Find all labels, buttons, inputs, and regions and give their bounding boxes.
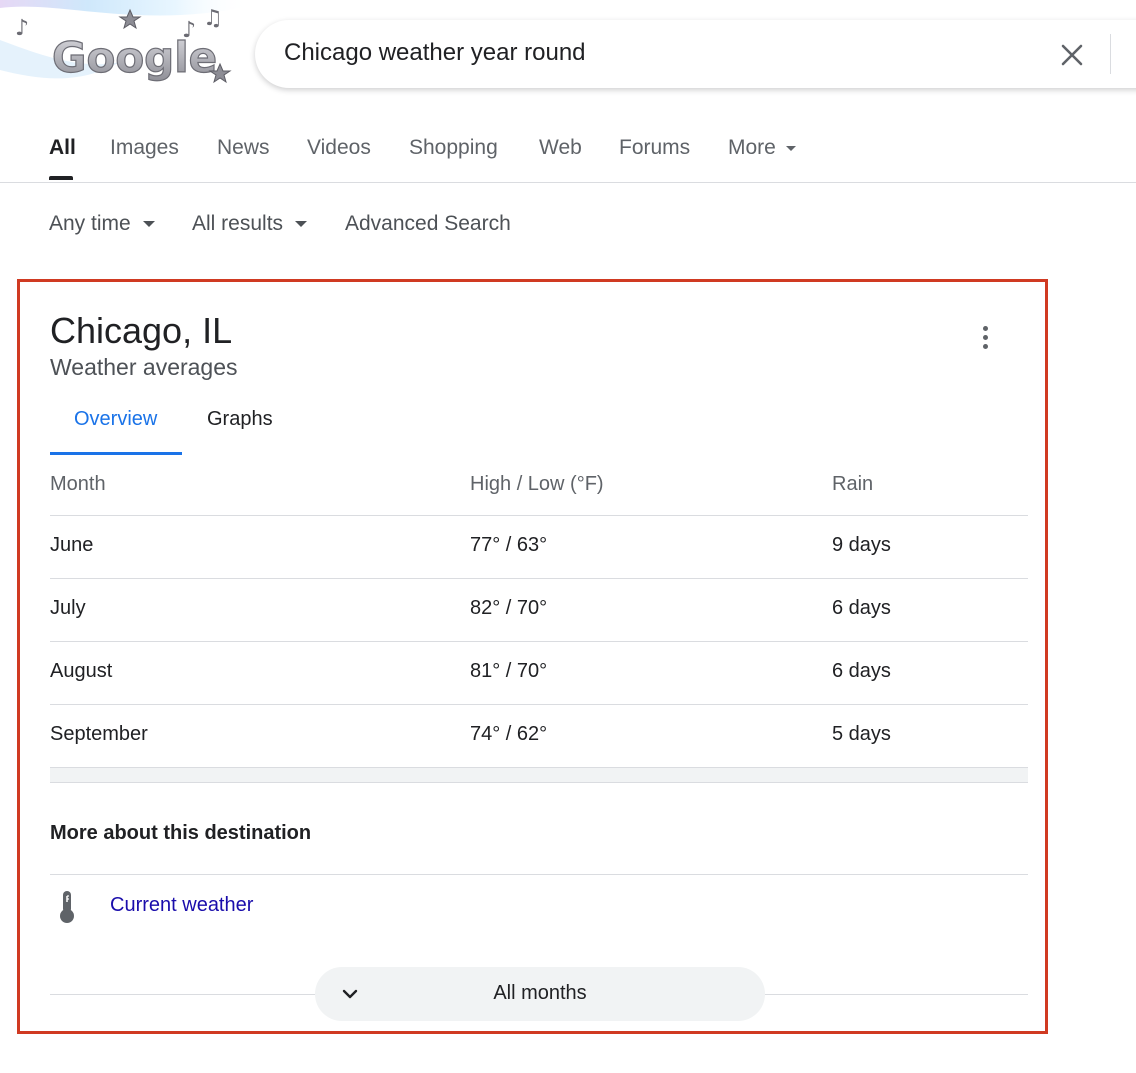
rain-cell: 6 days	[832, 660, 891, 682]
more-options-button[interactable]	[975, 326, 995, 356]
active-tab-underline	[49, 176, 73, 180]
rain-cell: 9 days	[832, 534, 891, 556]
temp-cell: 82° / 70°	[470, 597, 548, 619]
temp-cell: 74° / 62°	[470, 723, 548, 745]
card-title: Chicago, IL	[50, 310, 233, 351]
google-doodle-logo[interactable]: Google ♪ ♪ ♫	[0, 0, 250, 100]
tab-more-label: More	[728, 136, 776, 159]
all-months-label: All months	[493, 982, 587, 1004]
all-results-label: All results	[192, 212, 284, 235]
tab-shopping[interactable]: Shopping	[409, 136, 498, 160]
table-row: September 74° / 62° 5 days	[50, 704, 1028, 768]
table-footer-bar	[50, 767, 1028, 783]
month-cell: September	[50, 723, 148, 745]
rain-cell: 6 days	[832, 597, 891, 619]
temp-cell: 81° / 70°	[470, 660, 548, 682]
search-nav-tabs: All Images News Videos Shopping Web Foru…	[0, 118, 1136, 183]
tab-more[interactable]: More	[728, 136, 796, 160]
month-cell: July	[50, 597, 86, 619]
tab-forums[interactable]: Forums	[619, 136, 690, 160]
tab-graphs[interactable]: Graphs	[207, 408, 273, 431]
table-row: August 81° / 70° 6 days	[50, 641, 1028, 705]
search-divider	[1110, 34, 1111, 74]
advanced-search-link[interactable]: Advanced Search	[345, 212, 511, 236]
any-time-label: Any time	[49, 212, 131, 235]
header-high-low: High / Low (°F)	[470, 473, 604, 495]
close-icon	[1061, 44, 1083, 66]
search-input[interactable]: Chicago weather year round	[284, 39, 586, 67]
caret-down-icon	[785, 145, 796, 151]
table-row: July 82° / 70° 6 days	[50, 578, 1028, 642]
header-rain: Rain	[832, 473, 874, 495]
tab-overview[interactable]: Overview	[74, 408, 157, 431]
svg-text:♪: ♪	[182, 18, 196, 43]
tab-news[interactable]: News	[217, 136, 270, 160]
svg-text:♪: ♪	[15, 16, 29, 41]
search-box[interactable]: Chicago weather year round	[255, 20, 1136, 88]
search-tools-bar: Any time All results Advanced Search	[0, 212, 1136, 242]
thermometer-icon	[58, 890, 76, 924]
clear-search-button[interactable]	[1057, 40, 1087, 70]
rain-cell: 5 days	[832, 723, 891, 745]
month-cell: August	[50, 660, 113, 682]
tab-web[interactable]: Web	[539, 136, 582, 160]
more-vert-icon	[975, 326, 995, 349]
any-time-dropdown[interactable]: Any time	[49, 212, 155, 236]
more-about-heading: More about this destination	[50, 822, 312, 844]
svg-text:♫: ♫	[203, 6, 223, 31]
caret-down-icon	[142, 221, 155, 228]
overview-tab-underline	[50, 452, 182, 455]
current-weather-link[interactable]: Current weather	[110, 894, 253, 917]
tab-videos[interactable]: Videos	[307, 136, 371, 160]
caret-down-icon	[295, 221, 308, 228]
all-results-dropdown[interactable]: All results	[192, 212, 308, 236]
tab-all[interactable]: All	[49, 136, 76, 160]
header-month: Month	[50, 473, 106, 495]
all-months-button[interactable]: All months	[315, 967, 765, 1021]
card-subtitle: Weather averages	[50, 354, 238, 380]
weather-averages-card: Chicago, IL Weather averages Overview Gr…	[17, 279, 1048, 1034]
divider	[50, 874, 1028, 875]
temp-cell: 77° / 63°	[470, 534, 548, 556]
table-row: June 77° / 63° 9 days	[50, 515, 1028, 579]
month-cell: June	[50, 534, 94, 556]
tab-images[interactable]: Images	[110, 136, 179, 160]
